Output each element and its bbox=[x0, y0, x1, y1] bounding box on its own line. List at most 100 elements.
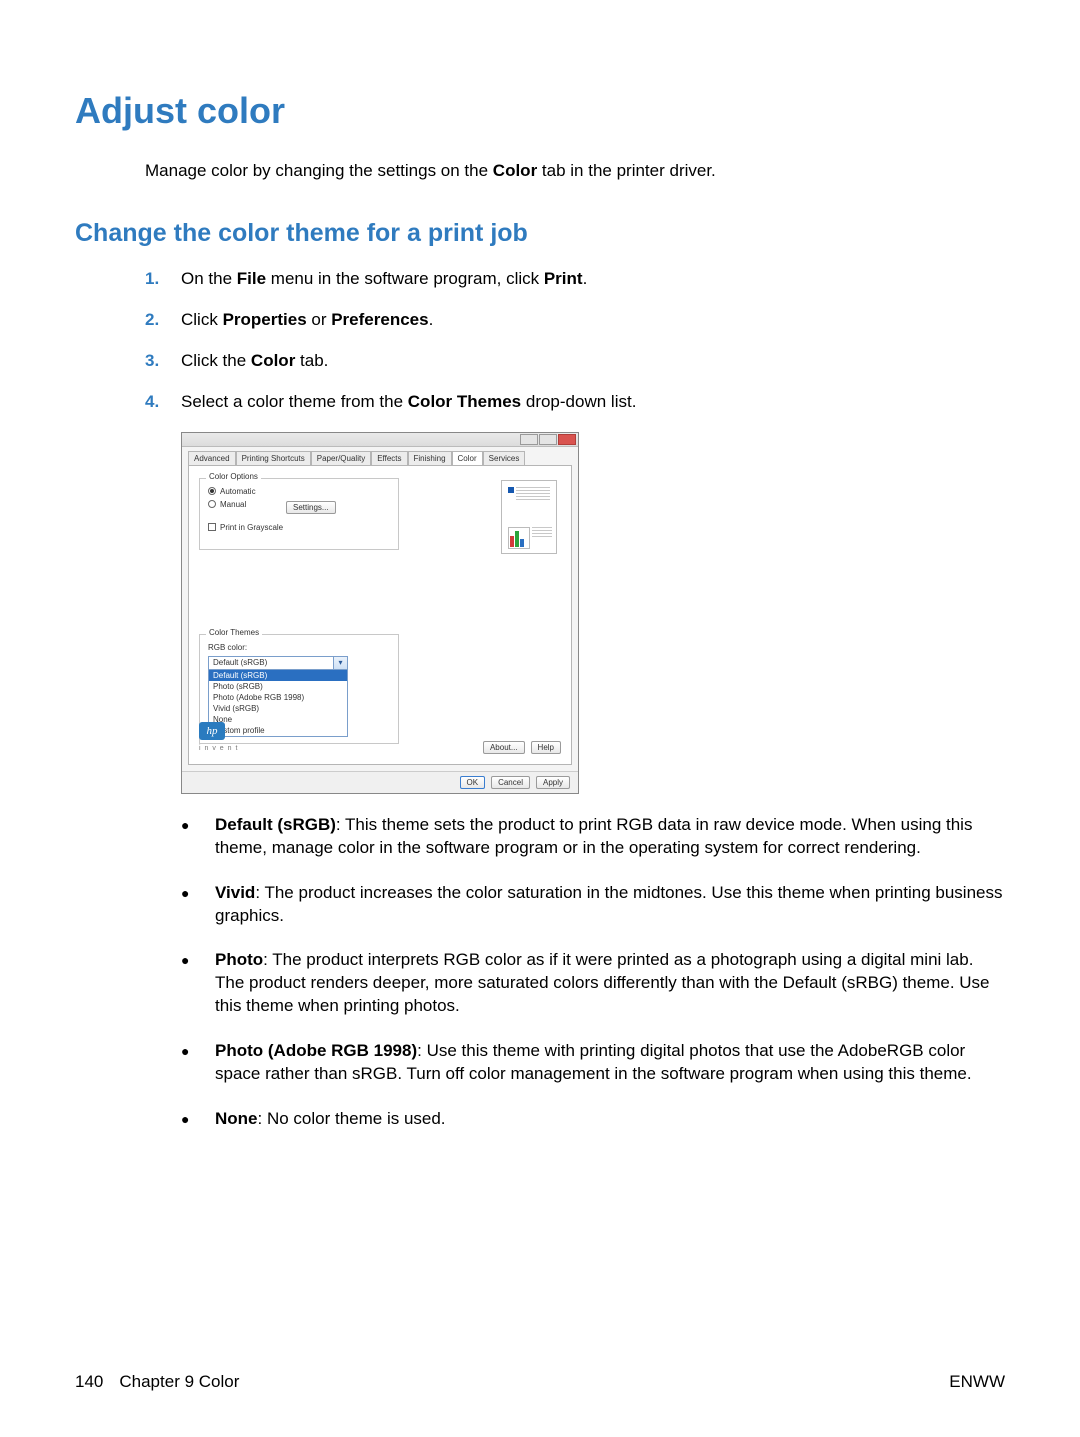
color-theme-dropdown-list: Default (sRGB) Photo (sRGB) Photo (Adobe… bbox=[208, 670, 348, 737]
checkbox-icon bbox=[208, 523, 216, 531]
section-title: Change the color theme for a print job bbox=[75, 219, 1005, 248]
checkbox-grayscale[interactable]: Print in Grayscale bbox=[208, 523, 390, 532]
t: On the bbox=[181, 269, 237, 288]
bullet-term: Photo (Adobe RGB 1998) bbox=[215, 1041, 417, 1060]
dropdown-option[interactable]: Default (sRGB) bbox=[209, 670, 347, 681]
page-number: 140 bbox=[75, 1372, 103, 1392]
bullet-term: Default (sRGB) bbox=[215, 815, 336, 834]
bullet-icon: ● bbox=[181, 882, 215, 928]
t: . bbox=[429, 310, 434, 329]
help-button[interactable]: Help bbox=[531, 741, 561, 754]
radio-icon bbox=[208, 487, 216, 495]
tab-color[interactable]: Color bbox=[452, 451, 483, 465]
steps-list: 1. On the File menu in the software prog… bbox=[145, 268, 1005, 414]
intro-bold: Color bbox=[493, 161, 537, 180]
dialog-tabs: Advanced Printing Shortcuts Paper/Qualit… bbox=[182, 447, 578, 465]
settings-button[interactable]: Settings... bbox=[286, 501, 336, 514]
step-text: Click the Color tab. bbox=[181, 350, 1005, 373]
dropdown-option[interactable]: Photo (sRGB) bbox=[209, 681, 347, 692]
intro-post: tab in the printer driver. bbox=[537, 161, 716, 180]
step-2: 2. Click Properties or Preferences. bbox=[145, 309, 1005, 332]
step-text: Select a color theme from the Color Them… bbox=[181, 391, 1005, 414]
printer-properties-dialog: Advanced Printing Shortcuts Paper/Qualit… bbox=[181, 432, 579, 794]
t: Properties bbox=[223, 310, 307, 329]
tab-effects[interactable]: Effects bbox=[371, 451, 407, 465]
step-1: 1. On the File menu in the software prog… bbox=[145, 268, 1005, 291]
t: Print bbox=[544, 269, 583, 288]
apply-button[interactable]: Apply bbox=[536, 776, 570, 789]
chapter-label: Chapter 9 Color bbox=[119, 1372, 239, 1392]
intro-paragraph: Manage color by changing the settings on… bbox=[145, 160, 1005, 183]
radio-label: Automatic bbox=[220, 487, 256, 496]
ok-button[interactable]: OK bbox=[460, 776, 486, 789]
t: Click bbox=[181, 310, 223, 329]
theme-descriptions: ● Default (sRGB): This theme sets the pr… bbox=[181, 814, 1005, 1131]
bullet-term: Vivid bbox=[215, 883, 255, 902]
step-number: 4. bbox=[145, 391, 181, 414]
step-number: 3. bbox=[145, 350, 181, 373]
t: or bbox=[307, 310, 332, 329]
color-options-group: Color Options Automatic Manual Settings.… bbox=[199, 478, 399, 550]
bullet-vivid: ● Vivid: The product increases the color… bbox=[181, 882, 1005, 928]
t: menu in the software program, click bbox=[266, 269, 544, 288]
radio-automatic[interactable]: Automatic bbox=[208, 487, 390, 496]
checkbox-label: Print in Grayscale bbox=[220, 523, 283, 532]
bullet-text: : The product increases the color satura… bbox=[215, 883, 1002, 925]
t: Color Themes bbox=[408, 392, 521, 411]
bullet-term: Photo bbox=[215, 950, 263, 969]
tab-advanced[interactable]: Advanced bbox=[188, 451, 236, 465]
page-title: Adjust color bbox=[75, 90, 1005, 132]
bullet-icon: ● bbox=[181, 814, 215, 860]
t: drop-down list. bbox=[521, 392, 636, 411]
tab-paper-quality[interactable]: Paper/Quality bbox=[311, 451, 371, 465]
bullet-text: : The product interprets RGB color as if… bbox=[215, 950, 990, 1015]
rgb-color-label: RGB color: bbox=[208, 643, 390, 652]
step-4: 4. Select a color theme from the Color T… bbox=[145, 391, 1005, 414]
printer-dialog-screenshot: Advanced Printing Shortcuts Paper/Qualit… bbox=[181, 432, 1005, 794]
maximize-button[interactable] bbox=[539, 434, 557, 445]
dropdown-option[interactable]: Custom profile bbox=[209, 725, 347, 736]
preview-chart-icon bbox=[508, 527, 530, 549]
bullet-icon: ● bbox=[181, 1040, 215, 1086]
step-3: 3. Click the Color tab. bbox=[145, 350, 1005, 373]
dropdown-option[interactable]: Vivid (sRGB) bbox=[209, 703, 347, 714]
group-title: Color Options bbox=[206, 472, 261, 481]
t: tab. bbox=[295, 351, 328, 370]
radio-label: Manual bbox=[220, 500, 246, 509]
group-title: Color Themes bbox=[206, 628, 262, 637]
intro-pre: Manage color by changing the settings on… bbox=[145, 161, 493, 180]
t: Color bbox=[251, 351, 295, 370]
t: . bbox=[583, 269, 588, 288]
bullet-default-srgb: ● Default (sRGB): This theme sets the pr… bbox=[181, 814, 1005, 860]
tab-printing-shortcuts[interactable]: Printing Shortcuts bbox=[236, 451, 311, 465]
dropdown-option[interactable]: None bbox=[209, 714, 347, 725]
bullet-icon: ● bbox=[181, 949, 215, 1018]
footer-right: ENWW bbox=[949, 1372, 1005, 1392]
step-number: 2. bbox=[145, 309, 181, 332]
dialog-button-row: OK Cancel Apply bbox=[182, 771, 578, 793]
dialog-titlebar bbox=[182, 433, 578, 447]
page-footer: 140 Chapter 9 Color ENWW bbox=[75, 1372, 1005, 1392]
tab-services[interactable]: Services bbox=[483, 451, 526, 465]
about-button[interactable]: About... bbox=[483, 741, 525, 754]
minimize-button[interactable] bbox=[520, 434, 538, 445]
hp-invent-label: i n v e n t bbox=[199, 745, 238, 752]
cancel-button[interactable]: Cancel bbox=[491, 776, 530, 789]
dropdown-option[interactable]: Photo (Adobe RGB 1998) bbox=[209, 692, 347, 703]
step-number: 1. bbox=[145, 268, 181, 291]
t: Preferences bbox=[331, 310, 428, 329]
dropdown-selected: Default (sRGB) bbox=[213, 658, 267, 667]
bullet-photo: ● Photo: The product interprets RGB colo… bbox=[181, 949, 1005, 1018]
close-button[interactable] bbox=[558, 434, 576, 445]
t: File bbox=[237, 269, 266, 288]
tab-finishing[interactable]: Finishing bbox=[408, 451, 452, 465]
bullet-icon: ● bbox=[181, 1108, 215, 1131]
bullet-photo-adobe: ● Photo (Adobe RGB 1998): Use this theme… bbox=[181, 1040, 1005, 1086]
page-preview bbox=[501, 480, 557, 554]
bullet-term: None bbox=[215, 1109, 258, 1128]
bullet-text: : No color theme is used. bbox=[258, 1109, 446, 1128]
t: Click the bbox=[181, 351, 251, 370]
step-text: On the File menu in the software program… bbox=[181, 268, 1005, 291]
color-theme-dropdown[interactable]: Default (sRGB) ▾ bbox=[208, 656, 348, 670]
radio-icon bbox=[208, 500, 216, 508]
